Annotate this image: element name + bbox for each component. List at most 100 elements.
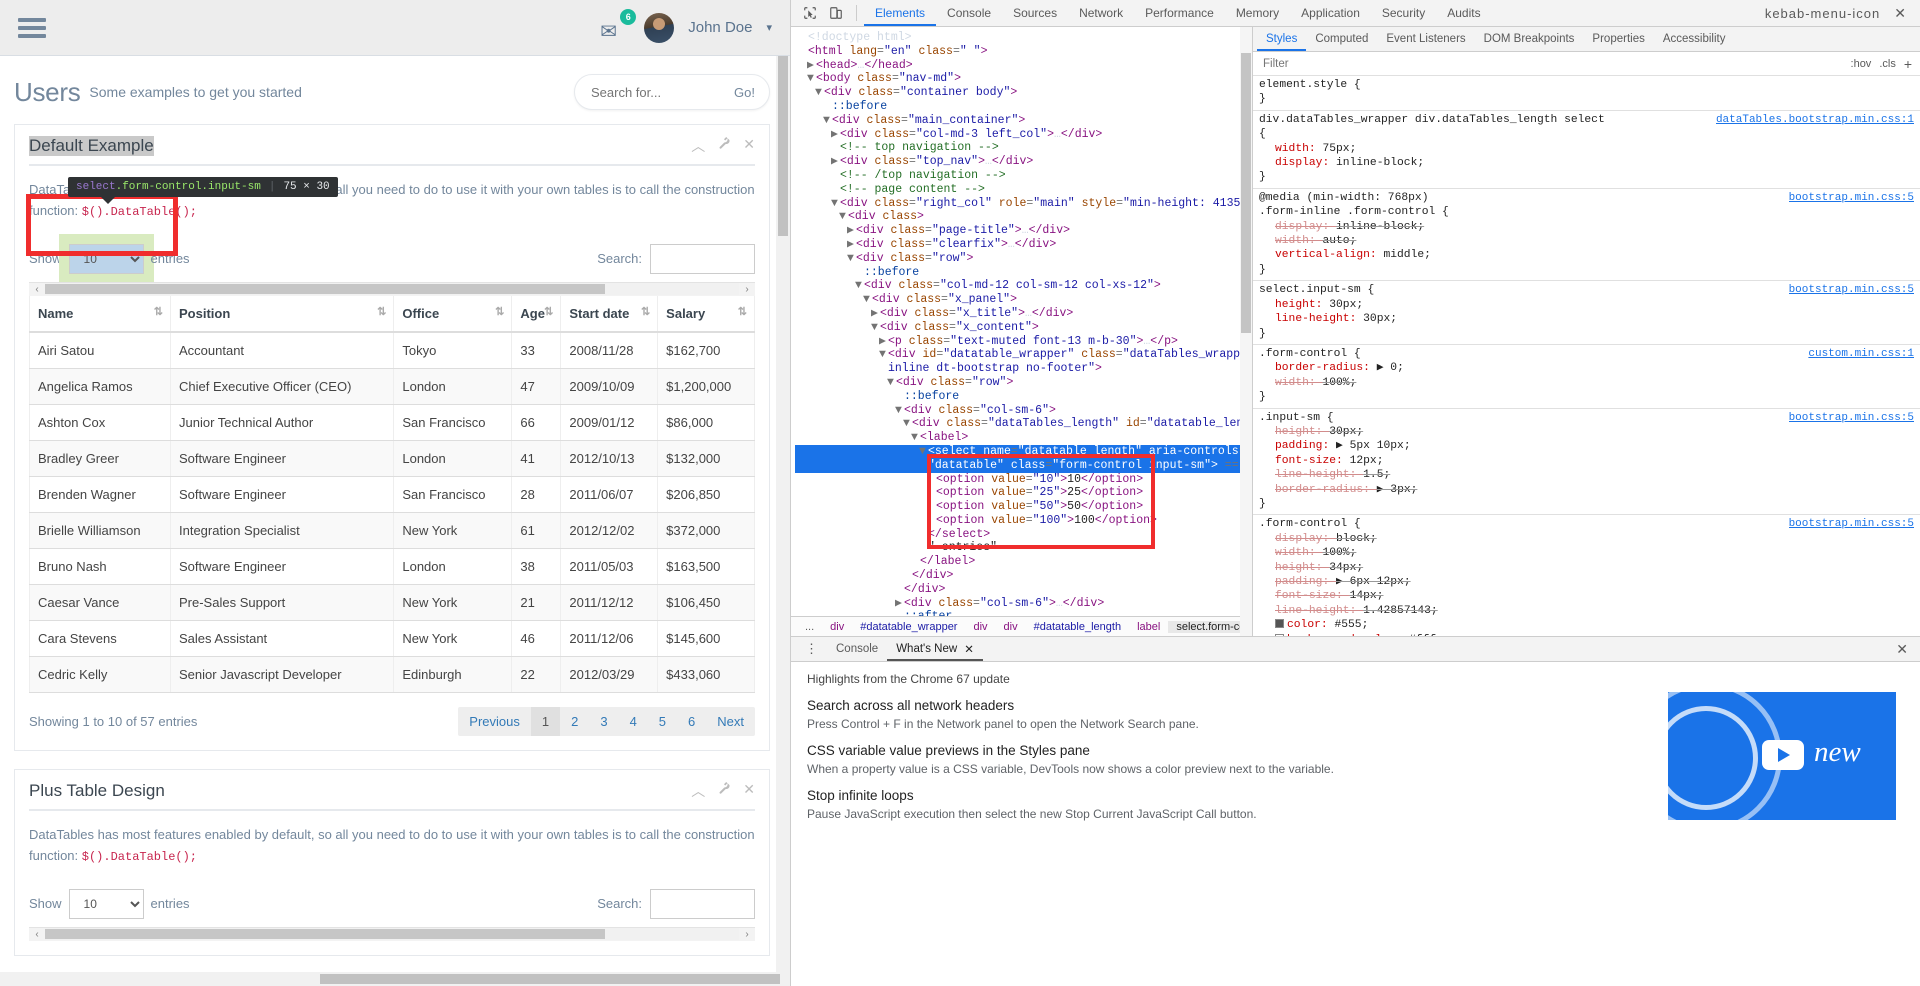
expand-arrow-icon[interactable]: ▼ (831, 197, 840, 211)
inspect-element-icon[interactable] (797, 2, 823, 24)
table-row[interactable]: Caesar Vance Pre-Sales Support New York 21 2… (29, 584, 755, 621)
table-column-header[interactable]: Name ⇅ (29, 295, 171, 333)
breadcrumb-item[interactable]: ... (797, 621, 822, 633)
scroll-left-arrow[interactable]: ‹ (29, 929, 45, 940)
new-style-rule-icon[interactable]: + (1904, 56, 1912, 72)
sort-icon[interactable]: ⇅ (641, 305, 650, 318)
devtools-tab-network[interactable]: Network (1068, 0, 1134, 26)
dom-node-line[interactable]: ▼ <div class="row"> (795, 376, 1252, 390)
table-row[interactable]: Angelica Ramos Chief Executive Officer (C… (29, 368, 755, 405)
expand-arrow-icon[interactable]: ▼ (839, 210, 848, 224)
collapse-arrow-icon[interactable]: ▶ (847, 238, 856, 252)
sort-icon[interactable]: ⇅ (495, 305, 504, 318)
style-declaration[interactable]: font-size: 12px; (1259, 454, 1914, 468)
breadcrumb-item[interactable]: #datatable_length (1026, 621, 1129, 633)
dom-node-line[interactable]: ::after (795, 610, 1252, 616)
color-swatch[interactable] (1275, 619, 1284, 629)
dom-node-line[interactable]: <option value="100">100</option> (795, 514, 1252, 528)
user-name[interactable]: John Doe (688, 19, 752, 36)
style-rule-source[interactable]: dataTables.bootstrap.min.css:1 (1716, 113, 1914, 127)
style-declaration[interactable]: line-height: 1.42857143; (1259, 604, 1914, 618)
table2-horizontal-scrollbar[interactable]: ‹ › (29, 926, 755, 941)
collapse-arrow-icon[interactable]: ▶ (871, 307, 880, 321)
whats-new-video-thumbnail[interactable]: new (1668, 692, 1896, 820)
table-row[interactable]: Cedric Kelly Senior Javascript Developer E… (29, 656, 755, 693)
dom-tree[interactable]: <!doctype html> <html lang="en" class=" … (791, 27, 1252, 616)
table-column-header[interactable]: Start date ⇅ (560, 295, 659, 333)
style-rule-source[interactable]: bootstrap.min.css:5 (1789, 283, 1914, 297)
style-declaration[interactable]: padding: ▶ 6px 12px; (1259, 575, 1914, 589)
expand-arrow-icon[interactable]: ▼ (823, 114, 832, 128)
dom-node-line[interactable]: <!doctype html> (795, 31, 1252, 45)
dom-node-line[interactable]: ▼ <div class="x_content"> (795, 321, 1252, 335)
expand-arrow-icon[interactable]: ▼ (911, 431, 920, 445)
style-rule[interactable]: bootstrap.min.css:5 @media (min-width: 76… (1253, 189, 1920, 282)
style-rule[interactable]: element.style {} (1253, 76, 1920, 111)
table-row[interactable]: Brenden Wagner Software Engineer San Franc… (29, 476, 755, 513)
expand-arrow-icon[interactable]: ▼ (855, 279, 864, 293)
dom-node-line[interactable]: <option value="50">50</option> (795, 500, 1252, 514)
style-declaration[interactable]: width: 100%; (1259, 376, 1914, 390)
settings-icon[interactable] (717, 781, 731, 801)
style-declaration[interactable]: height: 30px; (1259, 298, 1914, 312)
close-icon[interactable]: ✕ (743, 781, 755, 801)
styles-tab-computed[interactable]: Computed (1306, 27, 1377, 51)
chevron-down-icon[interactable]: ▾ (766, 21, 772, 34)
dom-node-line[interactable]: ::before (795, 390, 1252, 404)
expand-arrow-icon[interactable]: ▼ (903, 417, 912, 431)
close-icon[interactable]: ✕ (743, 136, 755, 156)
close-icon[interactable]: ✕ (1886, 5, 1914, 22)
style-declaration[interactable]: height: 30px; (1259, 425, 1914, 439)
dom-node-line[interactable]: ▼ <div class="col-sm-6"> (795, 404, 1252, 418)
devtools-tab-application[interactable]: Application (1290, 0, 1371, 26)
pagination-link[interactable]: 3 (589, 707, 618, 736)
style-rule[interactable]: bootstrap.min.css:5 .input-sm {height: 30… (1253, 409, 1920, 516)
dom-node-line[interactable]: ▼ <div class="container body"> (795, 86, 1252, 100)
dom-node-line[interactable]: ▼ <div class="row"> (795, 252, 1252, 266)
scroll-thumb[interactable] (45, 929, 605, 940)
style-declaration[interactable]: border-radius: ▶ 3px; (1259, 483, 1914, 497)
hov-toggle[interactable]: :hov (1851, 58, 1872, 70)
scroll-thumb[interactable] (45, 284, 605, 295)
collapse-icon[interactable]: ︿ (691, 781, 705, 801)
pagination-link[interactable]: Next (706, 707, 755, 736)
breadcrumb-item[interactable]: div (996, 621, 1026, 633)
styles-tab-properties[interactable]: Properties (1583, 27, 1653, 51)
style-declaration[interactable]: color: #555; (1259, 618, 1914, 632)
dom-node-line[interactable]: ▼ <div class="main_container"> (795, 114, 1252, 128)
style-declaration[interactable]: vertical-align: middle; (1259, 248, 1914, 262)
dom-node-line[interactable]: <option value="25">25</option> (795, 486, 1252, 500)
dom-node-line[interactable]: </label> (795, 555, 1252, 569)
scroll-left-arrow[interactable]: ‹ (29, 284, 45, 295)
page-hscroll-thumb[interactable] (320, 974, 780, 984)
dom-node-line[interactable]: "datatable" class="form-control input-sm… (795, 458, 1252, 473)
pagination-link[interactable]: 4 (619, 707, 648, 736)
sort-icon[interactable]: ⇅ (738, 305, 747, 318)
styles-tab-styles[interactable]: Styles (1257, 27, 1306, 51)
expand-arrow-icon[interactable]: ▼ (863, 293, 872, 307)
dom-node-line[interactable]: ▶ <div class="col-sm-6">…</div> (795, 597, 1252, 611)
dom-node-line[interactable]: <!-- /top navigation --> (795, 169, 1252, 183)
drawer-tab-console[interactable]: Console (827, 637, 887, 661)
dom-node-line[interactable]: ::before (795, 100, 1252, 114)
close-icon[interactable]: ✕ (964, 642, 974, 656)
sort-icon[interactable]: ⇅ (154, 305, 163, 318)
whats-new-item-title[interactable]: CSS variable value previews in the Style… (807, 743, 1567, 758)
dom-node-line[interactable]: ▼ <div class="right_col" role="main" styl… (795, 197, 1252, 211)
devtools-tab-memory[interactable]: Memory (1225, 0, 1290, 26)
avatar[interactable] (644, 12, 675, 43)
pagination-link[interactable]: 1 (530, 706, 561, 736)
styles-filter-input[interactable] (1261, 56, 1843, 71)
dom-node-line[interactable]: </div> (795, 583, 1252, 597)
breadcrumb-item[interactable]: div (822, 621, 852, 633)
dom-node-line[interactable]: ▼ <body class="nav-md"> (795, 72, 1252, 86)
scroll-track[interactable] (45, 928, 739, 941)
style-rule[interactable]: bootstrap.min.css:5 .form-control {displa… (1253, 515, 1920, 636)
scroll-track[interactable] (45, 283, 739, 296)
dom-node-line[interactable]: ▼ <div class="col-md-12 col-sm-12 col-xs-… (795, 279, 1252, 293)
styles-tab-dom-breakpoints[interactable]: DOM Breakpoints (1475, 27, 1584, 51)
drawer-close-icon[interactable]: ✕ (1896, 641, 1914, 658)
dom-node-line[interactable]: ▶ <div class="top_nav">…</div> (795, 155, 1252, 169)
style-declaration[interactable]: font-size: 14px; (1259, 589, 1914, 603)
table-row[interactable]: Bradley Greer Software Engineer London 41 20… (29, 440, 755, 477)
